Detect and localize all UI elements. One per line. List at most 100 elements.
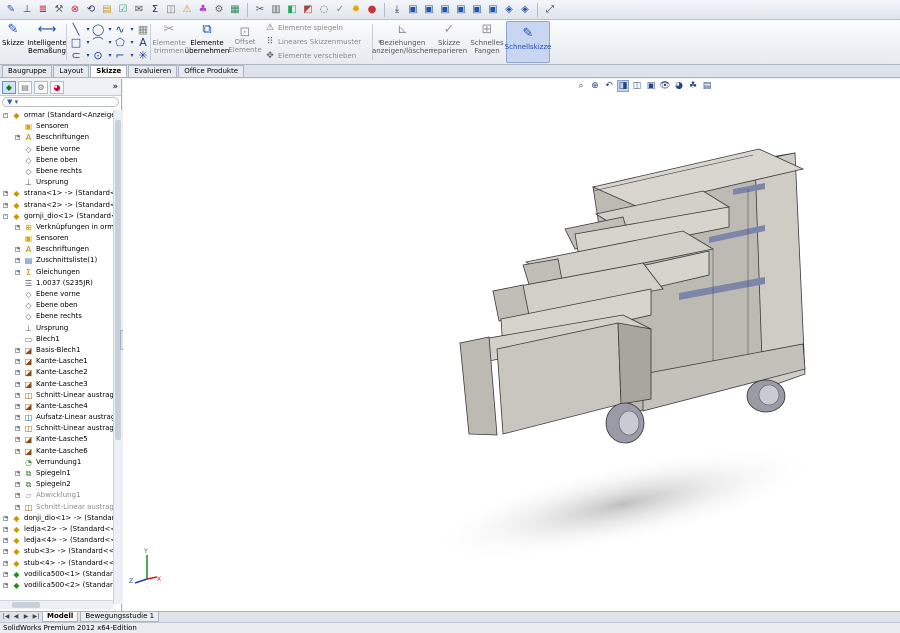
view-top-icon[interactable]: ▣ <box>470 3 484 17</box>
rapid-sketch-button[interactable]: ✎ Schnellskizze <box>505 21 551 63</box>
view-left-icon[interactable]: ▣ <box>438 3 452 17</box>
point-icon[interactable]: ✳ <box>137 50 149 62</box>
expand-icon[interactable]: + <box>15 471 20 476</box>
tree-item[interactable]: -◆ ormar (Standard<Anzeigestat <box>0 110 113 121</box>
point-grid-icon[interactable]: ▦ <box>137 24 149 36</box>
rectangle-icon[interactable]: □ <box>70 37 82 49</box>
tree-item[interactable]: + ◫ Schnitt-Linear austrag <box>0 423 113 434</box>
sketch-button[interactable]: ✎ Skizze <box>2 22 24 47</box>
gear-icon[interactable]: ⚙ <box>212 3 226 17</box>
tree-item[interactable]: ⊥ Ursprung <box>0 177 113 188</box>
tree-item[interactable]: + ◪ Kante-Lasche2 <box>0 367 113 378</box>
tree-item[interactable]: + ◆ stub<3> -> (Standard<<S <box>0 546 113 557</box>
box-icon[interactable]: ◫ <box>164 3 178 17</box>
ellipse-icon[interactable]: ⊙ <box>92 50 104 62</box>
feature-filter[interactable]: ▼ ▾ <box>2 97 119 107</box>
tree-item[interactable]: + ◆ strana<1> -> (Standard<< <box>0 188 113 199</box>
quick-snaps-button[interactable]: ⊞ Schnelles Fangen <box>470 22 503 55</box>
tree-item[interactable]: + Σ Gleichungen <box>0 267 113 278</box>
tab-bewegungsstudie[interactable]: Bewegungsstudie 1 <box>80 612 160 622</box>
configuration-manager-tab-icon[interactable]: ⚙ <box>34 80 48 94</box>
tree-item[interactable]: + ◆ donji_dio<1> -> (Standard <box>0 513 113 524</box>
grid-icon[interactable]: ▥ <box>269 3 283 17</box>
convert-entities-button[interactable]: ⧉ Elemente übernehmen <box>185 22 230 55</box>
sum-icon[interactable]: Σ <box>148 3 162 17</box>
tree-item[interactable]: + A Beschriftungen <box>0 244 113 255</box>
tab-layout[interactable]: Layout <box>53 65 90 77</box>
expand-icon[interactable]: + <box>15 493 20 499</box>
expand-icon[interactable]: + <box>15 359 20 365</box>
next-tab-icon[interactable]: ▶ <box>22 613 30 621</box>
tree-vertical-scrollbar[interactable] <box>113 110 122 604</box>
expand-icon[interactable]: + <box>15 135 20 141</box>
expand-icon[interactable]: + <box>3 191 8 197</box>
tab-evaluieren[interactable]: Evaluieren <box>128 65 178 77</box>
expand-icon[interactable]: + <box>15 504 20 510</box>
expand-icon[interactable]: + <box>3 515 8 521</box>
expand-icon[interactable]: + <box>15 415 20 421</box>
tree-item[interactable]: + ◪ Kante-Lasche6 <box>0 446 113 457</box>
view-right-icon[interactable]: ▣ <box>454 3 468 17</box>
expand-icon[interactable]: + <box>3 582 8 588</box>
tree-item[interactable]: ▣ Sensoren <box>0 121 113 132</box>
tree-item[interactable]: + ◆ ledja<4> -> (Standard<<S <box>0 535 113 546</box>
tree-item[interactable]: + ◪ Kante-Lasche1 <box>0 356 113 367</box>
simulation-icon[interactable]: ♣ <box>196 3 210 17</box>
arc-icon[interactable]: ⌒ <box>92 37 104 49</box>
view-dimetric-icon[interactable]: ◈ <box>518 3 532 17</box>
smart-dimension-button[interactable]: ⟷ Intelligente Bemaßung <box>27 22 67 55</box>
expand-icon[interactable]: + <box>15 426 20 432</box>
view-front-icon[interactable]: ▣ <box>406 3 420 17</box>
expand-icon[interactable]: + <box>3 202 8 208</box>
tree-item[interactable]: + ◪ Basis-Blech1 <box>0 345 113 356</box>
table-icon[interactable]: ▦ <box>228 3 242 17</box>
polygon-icon[interactable]: ⬠ <box>114 37 126 49</box>
tree-item[interactable]: ⊥ Ursprung <box>0 323 113 334</box>
tree-item[interactable]: + ▱ Abwicklung1 <box>0 490 113 501</box>
tree-item[interactable]: ☰ 1.0037 (S235JR) <box>0 278 113 289</box>
tree-item[interactable]: ◇ Ebene oben <box>0 300 113 311</box>
tree-item[interactable]: + ⧉ Spiegeln2 <box>0 479 113 490</box>
tree-item[interactable]: + ◫ Schnitt-Linear austrag <box>0 502 113 513</box>
text-sketch-icon[interactable]: A <box>137 37 149 49</box>
mirror-entities-button[interactable]: ⚠ Elemente spiegeln <box>265 23 343 33</box>
move-entities-button[interactable]: ✥ Elemente verschieben <box>265 51 356 61</box>
tree-item[interactable]: ▣ Sensoren <box>0 233 113 244</box>
tree-item[interactable]: + ◆ stub<4> -> (Standard<<S <box>0 558 113 569</box>
tree-item[interactable]: ◇ Ebene oben <box>0 155 113 166</box>
display-manager-tab-icon[interactable]: ◕ <box>50 80 64 94</box>
tools-icon[interactable]: ✂ <box>253 3 267 17</box>
tree-item[interactable]: + ⊞ Verknüpfungen in orm <box>0 222 113 233</box>
expand-icon[interactable]: + <box>15 370 20 376</box>
tab-office-produkte[interactable]: Office Produkte <box>178 65 244 77</box>
normal-to-icon[interactable]: ⤢ <box>543 3 557 17</box>
expand-icon[interactable]: + <box>15 258 20 264</box>
collapse-icon[interactable]: - <box>3 113 8 118</box>
slot-icon[interactable]: ⊂ <box>70 50 82 62</box>
tree-item[interactable]: + ◫ Schnitt-Linear austrag <box>0 390 113 401</box>
expand-icon[interactable]: + <box>15 448 20 454</box>
expand-icon[interactable]: + <box>15 347 20 353</box>
collapse-icon[interactable]: - <box>3 213 8 219</box>
tab-skizze[interactable]: Skizze <box>90 65 128 77</box>
relations-icon[interactable]: ⊥ <box>20 3 34 17</box>
view-bottom-icon[interactable]: ▣ <box>486 3 500 17</box>
tree-item[interactable]: + ◆ vodilica500<2> (Standard <box>0 580 113 591</box>
check-icon[interactable]: ✓ <box>333 3 347 17</box>
property-manager-tab-icon[interactable]: ▤ <box>18 80 32 94</box>
tree-item[interactable]: + ◪ Kante-Lasche5 <box>0 434 113 445</box>
tree-item[interactable]: + ◆ ledja<2> -> (Standard<<S <box>0 524 113 535</box>
tree-item[interactable]: + ◪ Kante-Lasche4 <box>0 401 113 412</box>
spline-icon[interactable]: ∿ <box>114 24 126 36</box>
mail-icon[interactable]: ✉ <box>132 3 146 17</box>
bulb-icon[interactable]: ✹ <box>349 3 363 17</box>
repair-sketch-button[interactable]: ✓ Skizze reparieren <box>431 22 467 55</box>
tree-item[interactable]: ▭ Blech1 <box>0 334 113 345</box>
tree-item[interactable]: ◇ Ebene rechts <box>0 311 113 322</box>
tree-item[interactable]: - ◆ gornji_dio<1> (Standard< <box>0 211 113 222</box>
expand-icon[interactable]: + <box>15 403 20 409</box>
feature-manager-tab-icon[interactable]: ◆ <box>2 80 16 94</box>
expand-icon[interactable]: + <box>3 549 8 555</box>
linear-pattern-button[interactable]: ⠿ Lineares Skizzenmuster ▾ <box>265 37 382 47</box>
expand-icon[interactable]: + <box>15 437 20 443</box>
